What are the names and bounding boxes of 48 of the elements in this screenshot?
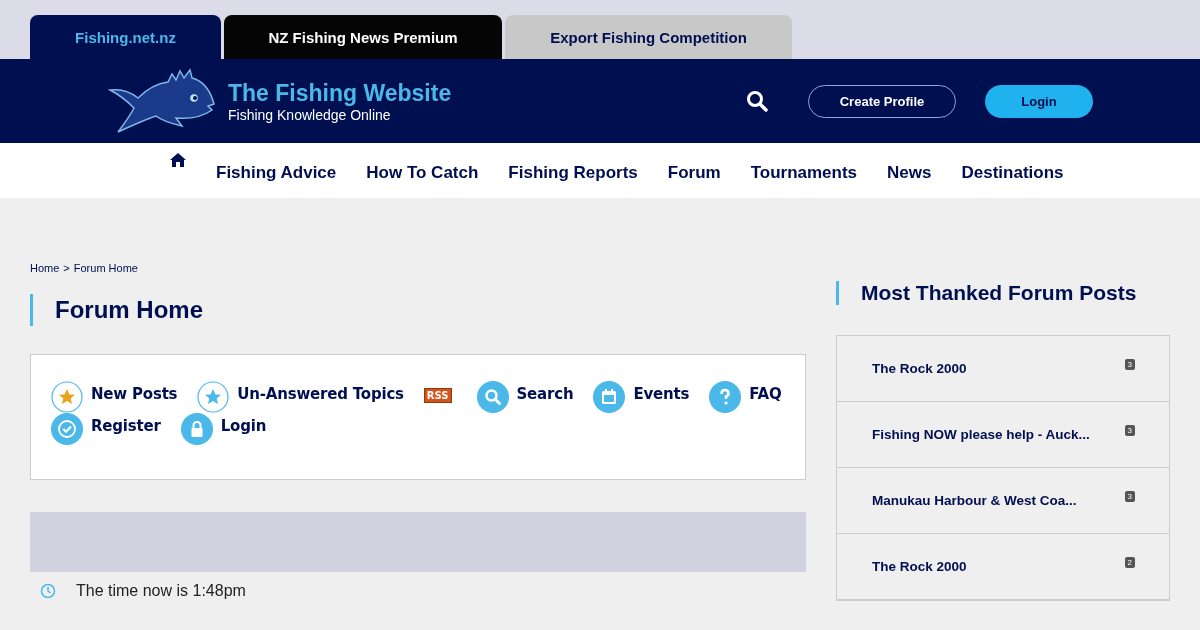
toolbar-link[interactable]: FAQ	[749, 381, 782, 407]
thanks-count: 3	[1124, 491, 1135, 502]
nav-link[interactable]: Forum	[667, 163, 721, 183]
check-icon	[51, 413, 83, 445]
site-tab[interactable]: Fishing.net.nz	[30, 15, 221, 59]
site-tagline: Fishing Knowledge Online	[228, 106, 392, 123]
thanks-count: 3	[1124, 359, 1135, 370]
login-button[interactable]: Login	[985, 84, 1093, 118]
sidebar-title: Most Thanked Forum Posts	[836, 281, 1170, 305]
breadcrumb-link[interactable]: Forum Home	[73, 262, 138, 274]
site-tab[interactable]: NZ Fishing News Premium	[224, 15, 502, 59]
toolbar-link[interactable]: Register	[91, 413, 161, 439]
toolbar-link[interactable]: Search	[516, 381, 574, 407]
post-title[interactable]: Manukau Harbour & West Coa...	[872, 493, 1077, 508]
current-time-text: The time now is 1:48pm	[76, 582, 246, 600]
nav-link[interactable]: News	[887, 163, 932, 183]
post-row[interactable]: The Rock 2000 3	[837, 336, 1169, 402]
nav-link[interactable]: Destinations	[961, 163, 1064, 183]
post-row[interactable]: Fishing NOW please help - Auck... 3	[837, 402, 1169, 468]
site-tab[interactable]: Export Fishing Competition	[505, 15, 792, 59]
post-title[interactable]: The Rock 2000	[872, 361, 967, 376]
fish-logo-icon[interactable]	[108, 68, 216, 134]
page-title: Forum Home	[30, 294, 806, 326]
clock-icon	[40, 583, 56, 599]
rss-badge[interactable]: RSS	[423, 388, 452, 403]
post-row[interactable]: Manukau Harbour & West Coa... 3	[837, 468, 1169, 534]
thanks-count: 2	[1124, 557, 1135, 568]
breadcrumb-link[interactable]: Home	[30, 262, 60, 274]
calendar-icon	[593, 381, 626, 413]
post-title[interactable]: The Rock 2000	[872, 559, 967, 574]
nav-link[interactable]: How To Catch	[366, 163, 479, 183]
toolbar-link[interactable]: Events	[633, 381, 690, 407]
search-icon[interactable]	[746, 90, 768, 112]
breadcrumb-separator: >	[63, 262, 70, 274]
lock-icon	[180, 413, 213, 445]
post-title[interactable]: Fishing NOW please help - Auck...	[872, 427, 1090, 442]
question-icon	[709, 381, 742, 413]
nav-link[interactable]: Fishing Reports	[508, 163, 638, 183]
nav-link[interactable]: Fishing Advice	[216, 163, 337, 183]
site-title[interactable]: The Fishing Website	[228, 79, 452, 107]
thanks-count: 3	[1124, 425, 1135, 436]
toolbar-link[interactable]: Login	[220, 413, 267, 439]
post-row[interactable]: The Rock 2000 2	[837, 534, 1169, 600]
search-icon	[476, 381, 509, 413]
nav-link[interactable]: Tournaments	[750, 163, 858, 183]
toolbar-link[interactable]: New Posts	[91, 381, 178, 407]
toolbar-link[interactable]: Un-Answered Topics	[237, 381, 404, 407]
home-icon[interactable]	[170, 153, 186, 167]
